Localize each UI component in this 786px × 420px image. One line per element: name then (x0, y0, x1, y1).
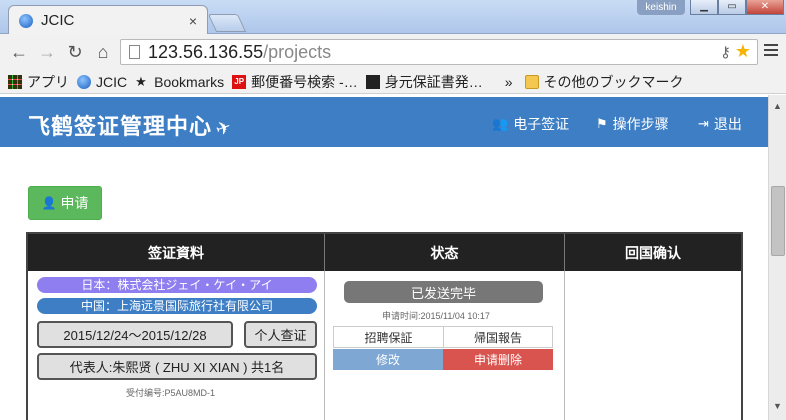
apply-button[interactable]: 👤 申请 (28, 186, 102, 220)
home-icon[interactable]: ⌂ (92, 42, 114, 63)
visa-table: 签证資料 状态 回国确认 日本：株式会社ジェイ・ケイ・アイ 中国：上海远景国际旅… (26, 232, 743, 420)
scroll-thumb[interactable] (771, 186, 785, 256)
scroll-up-icon[interactable]: ▲ (773, 101, 782, 111)
page-viewport: 飞鹤签证管理中心✈ 👥 电子签证 ⚑ 操作步骤 ⇥ 退出 👤 申请 签证資料 状态 回国… (0, 95, 768, 420)
bookmarks-bar: アプリ JCIC ★ Bookmarks JP 郵便番号検索 -… 身元保証書発… … (0, 70, 786, 94)
japan-company: 日本：株式会社ジェイ・ケイ・アイ (37, 277, 317, 293)
browser-tabstrip: JCIC × keishin ▁ ▭ ✕ (0, 0, 786, 35)
key-icon[interactable]: ⚷ (720, 43, 731, 61)
url-path: /projects (263, 41, 332, 62)
representative: 代表人:朱熙贤 ( ZHU XI XIAN ) 共1名 (37, 353, 317, 380)
maximize-button[interactable]: ▭ (718, 0, 746, 15)
page-icon (129, 45, 140, 59)
bookmark-apps[interactable]: アプリ (8, 72, 69, 92)
browser-toolbar: ← → ↻ ⌂ 123.56.136.55/projects ⚷ ★ (0, 34, 786, 70)
site-navbar: 飞鹤签证管理中心✈ 👥 电子签证 ⚑ 操作步骤 ⇥ 退出 (0, 97, 768, 147)
nav-logout[interactable]: ⇥ 退出 (698, 114, 742, 134)
close-window-button[interactable]: ✕ (746, 0, 784, 15)
bookmark-jcic[interactable]: JCIC (77, 74, 127, 90)
scroll-down-icon[interactable]: ▼ (773, 401, 782, 411)
nav-steps[interactable]: ⚑ 操作步骤 (596, 114, 669, 134)
sign-out-icon: ⇥ (698, 116, 709, 131)
flag-icon: ⚑ (596, 116, 608, 131)
apps-icon (8, 74, 22, 89)
date-range: 2015/12/24～2015/12/28 (37, 321, 233, 348)
bookmark-guarantee[interactable]: 身元保証書発… (365, 72, 483, 92)
menu-icon[interactable] (764, 44, 778, 59)
bookmark-postal[interactable]: JP 郵便番号検索 -… (232, 72, 358, 92)
back-icon[interactable]: ← (8, 42, 30, 63)
vertical-scrollbar[interactable]: ▲ ▼ (768, 95, 786, 420)
cell-status: 已发送完毕 申请时间:2015/11/04 10:17 招聘保証 帰国報告 修改… (325, 271, 565, 420)
site-brand[interactable]: 飞鹤签证管理中心✈ (28, 109, 235, 141)
browser-tab[interactable]: JCIC × (8, 5, 208, 35)
jp-post-icon: JP (232, 74, 247, 89)
bookmark-star-icon[interactable]: ★ (735, 41, 751, 62)
bookmarks-more-button[interactable]: » (505, 74, 513, 90)
return-report-link[interactable]: 帰国報告 (443, 326, 553, 348)
reload-icon[interactable]: ↻ (64, 42, 86, 63)
star-icon: ★ (135, 73, 147, 89)
header-return: 回国确认 (565, 234, 741, 271)
users-icon: 👥 (492, 116, 509, 131)
address-bar[interactable]: 123.56.136.55/projects ⚷ ★ (120, 39, 758, 65)
tab-close-icon[interactable]: × (189, 13, 197, 29)
folder-icon (524, 74, 539, 89)
visa-type: 个人查证 (244, 321, 317, 348)
plane-icon: ✈ (212, 115, 235, 141)
doc-icon (365, 74, 380, 89)
bookmark-bookmarks[interactable]: ★ Bookmarks (135, 74, 224, 90)
delete-request-button[interactable]: 申请删除 (443, 349, 553, 370)
cell-return-confirm (565, 271, 741, 420)
status-badge: 已发送完毕 (344, 281, 543, 303)
applied-time: 申请时间:2015/11/04 10:17 (382, 311, 490, 321)
china-agency: 中国：上海远景国际旅行社有限公司 (37, 298, 317, 314)
receipt-number: 受付编号:P5AU8MD-1 (126, 388, 216, 398)
cell-visa-info: 日本：株式会社ジェイ・ケイ・アイ 中国：上海远景国际旅行社有限公司 2015/1… (28, 271, 325, 420)
minimize-button[interactable]: ▁ (690, 0, 718, 15)
invite-guarantee-link[interactable]: 招聘保証 (333, 326, 444, 348)
edit-button[interactable]: 修改 (333, 349, 443, 370)
globe-icon (77, 74, 91, 89)
forward-icon[interactable]: → (36, 42, 58, 63)
header-status: 状态 (325, 234, 565, 271)
url-host: 123.56.136.55 (148, 41, 264, 62)
header-visa-info: 签证資料 (28, 234, 325, 271)
user-badge[interactable]: keishin (637, 0, 685, 15)
tab-title: JCIC (41, 12, 75, 29)
nav-e-visa[interactable]: 👥 电子签证 (492, 114, 569, 134)
other-bookmarks[interactable]: その他のブックマーク (524, 72, 684, 92)
new-tab-button[interactable] (207, 14, 247, 32)
globe-icon (19, 13, 33, 28)
user-plus-icon: 👤 (41, 196, 57, 210)
